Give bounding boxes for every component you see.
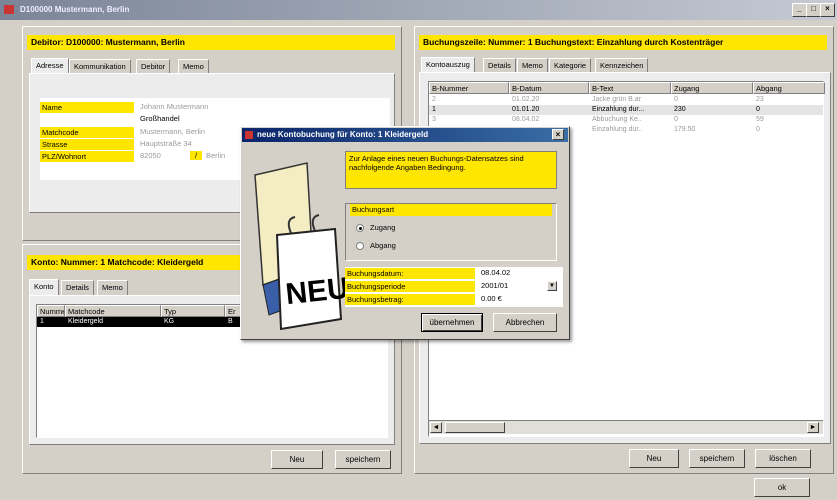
col-zugang[interactable]: Zugang (671, 82, 753, 94)
buchung-header: Buchungszeile: Nummer: 1 Buchungstext: E… (419, 35, 827, 50)
konto-header: Konto: Nummer: 1 Matchcode: Kleidergeld (27, 255, 262, 270)
col-typ[interactable]: Typ (161, 305, 225, 317)
strasse-input[interactable]: Hauptstraße 34 (140, 139, 192, 148)
row-datum: 01.02.20 (512, 96, 540, 103)
buchungsperiode-label: Buchungsperiode (345, 281, 475, 292)
abbrechen-button[interactable]: Abbrechen (493, 313, 557, 332)
window-title: D100000 Mustermann, Berlin (20, 5, 130, 14)
close-button[interactable]: × (820, 3, 835, 17)
col-nummer[interactable]: Numme (37, 305, 65, 317)
tab-konto[interactable]: Konto (29, 279, 59, 296)
debitor-header: Debitor: D100000: Mustermann, Berlin (27, 35, 395, 50)
row-abgang: 0 (756, 126, 760, 133)
table-row[interactable]: 3 08.04.02 Abbuchung Ke.. 0 59 (429, 115, 823, 125)
col-abgang[interactable]: Abgang (753, 82, 825, 94)
konto-row-nr: 1 (40, 318, 44, 325)
row-text: Einzahlung dur.. (592, 126, 643, 133)
tab-konto-memo[interactable]: Memo (97, 280, 128, 296)
name-input[interactable]: Johann Mustermann (140, 102, 208, 111)
booking-fields: Buchungsdatum: 08.04.02 Buchungsperiode … (345, 267, 563, 307)
buchungsbetrag-input[interactable]: 0.00 € (481, 294, 502, 303)
col-b-text[interactable]: B-Text (589, 82, 671, 94)
dialog-close-button[interactable]: × (552, 129, 564, 140)
zugang-radio-label[interactable]: Zugang (370, 223, 395, 232)
col-matchcode[interactable]: Matchcode (65, 305, 161, 317)
col-b-nummer[interactable]: B-Nummer (429, 82, 509, 94)
buchungsart-group: Buchungsart Zugang Abgang (345, 203, 557, 261)
title-bar: D100000 Mustermann, Berlin _ □ × (0, 0, 837, 20)
row-zugang: 0 (674, 96, 678, 103)
row-datum: 01.01.20 (512, 106, 540, 113)
plz-separator: / (190, 151, 202, 160)
name-input-2[interactable]: Großhandel (140, 114, 180, 123)
row-nr: 3 (432, 116, 436, 123)
konto-row-matchcode: Kleidergeld (68, 318, 104, 325)
buchungsbetrag-label: Buchungsbetrag: (345, 294, 475, 305)
dialog-title-bar: neue Kontobuchung für Konto: 1 Kleiderge… (242, 128, 568, 142)
new-booking-dialog: neue Kontobuchung für Konto: 1 Kleiderge… (240, 126, 570, 340)
row-abgang: 23 (756, 96, 764, 103)
horizontal-scrollbar[interactable]: ◄ ► (429, 420, 823, 434)
row-text: Einzahlung dur... (592, 106, 645, 113)
row-text: Abbuchung Ke.. (592, 116, 642, 123)
dialog-info-text: Zur Anlage eines neuen Buchungs-Datensat… (345, 151, 557, 189)
row-nr: 2 (432, 96, 436, 103)
name-label: Name (40, 102, 134, 113)
uebernehmen-button[interactable]: übernehmen (421, 313, 483, 332)
ort-input[interactable]: Berlin (206, 151, 225, 160)
row-nr: 1 (432, 106, 436, 113)
konto-row-typ: KG (164, 318, 175, 325)
plz-label: PLZ/Wohnort (40, 151, 134, 162)
calendar-neu-text: NEU (284, 272, 345, 311)
table-row-selected[interactable]: 1 01.01.20 Einzahlung dur... 230 0 (429, 105, 823, 115)
konto-save-button[interactable]: speichern (335, 450, 391, 469)
row-zugang: 179.50 (674, 126, 696, 133)
scroll-left-arrow[interactable]: ◄ (430, 422, 442, 433)
maximize-button[interactable]: □ (806, 3, 821, 17)
buchungsdatum-input[interactable]: 08.04.02 (481, 268, 510, 277)
abgang-radio-label[interactable]: Abgang (370, 241, 396, 250)
dialog-title: neue Kontobuchung für Konto: 1 Kleiderge… (257, 130, 429, 139)
zugang-radio[interactable] (356, 224, 364, 232)
row-abgang: 0 (756, 106, 760, 113)
calendar-neu-icon: NEU (254, 162, 345, 331)
konto-row-er: B (228, 318, 233, 325)
matchcode-input[interactable]: Mustermann, Berlin (140, 127, 205, 136)
tab-konto-details[interactable]: Details (61, 280, 94, 296)
matchcode-label: Matchcode (40, 127, 134, 138)
table-row[interactable]: 2 01.02.20 Jacke grün B.ar 0 23 (429, 95, 823, 105)
dialog-icon (245, 131, 253, 139)
row-datum: 08.04.02 (512, 116, 540, 123)
periode-dropdown-arrow[interactable]: ▼ (547, 281, 557, 291)
scroll-right-arrow[interactable]: ► (807, 422, 819, 433)
plz-input[interactable]: 82050 (140, 151, 161, 160)
abgang-radio[interactable] (356, 242, 364, 250)
col-b-datum[interactable]: B-Datum (509, 82, 589, 94)
minimize-button[interactable]: _ (792, 3, 807, 17)
ok-button[interactable]: ok (754, 478, 810, 497)
buchungsdatum-label: Buchungsdatum: (345, 268, 475, 279)
konto-new-button[interactable]: Neu (271, 450, 323, 469)
row-text: Jacke grün B.ar (592, 96, 642, 103)
buchung-save-button[interactable]: speichern (689, 449, 745, 468)
buchung-new-button[interactable]: Neu (629, 449, 679, 468)
buchungsart-label: Buchungsart (350, 204, 552, 216)
app-icon (4, 5, 14, 14)
buchung-delete-button[interactable]: löschen (755, 449, 811, 468)
strasse-label: Strasse (40, 139, 134, 150)
buchungsperiode-select[interactable]: 2001/01 (481, 281, 508, 290)
row-zugang: 0 (674, 116, 678, 123)
scroll-thumb[interactable] (445, 422, 505, 433)
row-abgang: 59 (756, 116, 764, 123)
row-zugang: 230 (674, 106, 686, 113)
